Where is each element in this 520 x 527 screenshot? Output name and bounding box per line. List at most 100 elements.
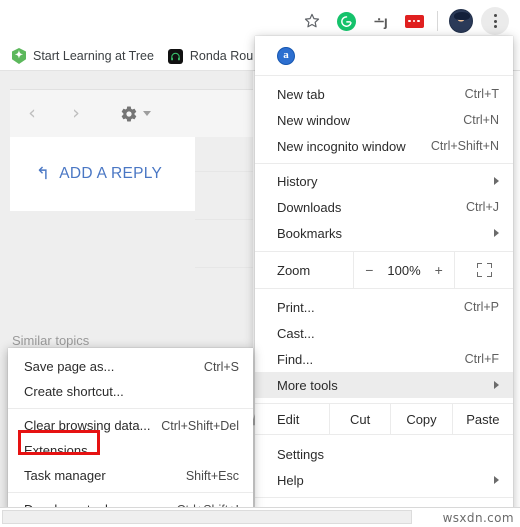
submenu-item-shortcut: Ctrl+S [203, 359, 239, 374]
three-dots-icon [481, 7, 509, 35]
chevron-right-icon [494, 229, 499, 237]
menu-group-new: New tab Ctrl+T New window Ctrl+N New inc… [255, 76, 513, 159]
page-rule [195, 219, 253, 220]
submenu-item-shortcut: Shift+Esc [185, 468, 239, 483]
toolbar-divider [437, 11, 438, 31]
more-tools-submenu: Save page as... Ctrl+S Create shortcut..… [8, 348, 253, 517]
red-extension-button[interactable] [397, 4, 431, 38]
menu-item-bookmarks[interactable]: Bookmarks [255, 220, 513, 246]
menu-item-new-window[interactable]: New window Ctrl+N [255, 107, 513, 133]
submenu-divider [8, 492, 253, 493]
edit-label: Edit [277, 411, 300, 427]
menu-item-print[interactable]: Print... Ctrl+P [255, 294, 513, 320]
menu-divider [255, 497, 513, 498]
account-avatar-icon: a [277, 46, 295, 65]
fullscreen-icon [476, 263, 492, 277]
submenu-item-create-shortcut[interactable]: Create shortcut... [8, 379, 253, 404]
menu-item-label: Help [277, 472, 304, 488]
chevron-down-icon [143, 111, 151, 116]
submenu-item-save-page-as[interactable]: Save page as... Ctrl+S [8, 354, 253, 379]
zoom-row: Zoom − 100% + [255, 251, 513, 289]
thread-pager: ‹ › [10, 89, 253, 137]
add-reply-button[interactable]: ↰ ADD A REPLY [10, 137, 195, 211]
menu-item-settings[interactable]: Settings [255, 441, 513, 467]
reply-arrow-icon: ↰ [36, 163, 51, 184]
chevron-right-icon [494, 476, 499, 484]
menu-item-history[interactable]: History [255, 168, 513, 194]
submenu-item-shortcut: Ctrl+Shift+Del [161, 418, 239, 433]
menu-group-settings: Settings Help [255, 441, 513, 493]
submenu-item-label: Create shortcut... [24, 384, 124, 399]
next-page-button[interactable]: › [54, 104, 98, 123]
chevron-right-icon [494, 381, 499, 389]
submenu-item-label: Task manager [24, 468, 106, 483]
menu-item-label: More tools [277, 377, 338, 393]
menu-item-help[interactable]: Help [255, 467, 513, 493]
prev-page-button[interactable]: ‹ [10, 104, 54, 123]
zoom-label: Zoom [277, 262, 311, 278]
screenshot-root: ∸ȷ ✦ Start Learning at Tree Ronda Rou ‹ … [0, 0, 520, 527]
menu-item-shortcut: Ctrl+F [464, 352, 499, 366]
zoom-out-button[interactable]: − [365, 262, 373, 278]
menu-item-new-tab[interactable]: New tab Ctrl+T [255, 81, 513, 107]
submenu-group-save: Save page as... Ctrl+S Create shortcut..… [8, 354, 253, 404]
bookmark-label: Ronda Rou [189, 49, 254, 63]
submenu-item-task-manager[interactable]: Task manager Shift+Esc [8, 463, 253, 488]
grammarly-button[interactable] [329, 4, 363, 38]
menu-item-shortcut: Ctrl+Shift+N [430, 139, 499, 153]
menu-item-label: Bookmarks [277, 225, 343, 241]
similar-topics-heading: Similar topics [12, 333, 90, 348]
thread-settings-button[interactable] [120, 105, 151, 123]
copy-button[interactable]: Copy [390, 404, 451, 434]
bookmark-star-button[interactable] [295, 4, 329, 38]
bookmark-item-ronda[interactable]: Ronda Rou [167, 48, 254, 64]
treehouse-icon: ✦ [12, 48, 26, 64]
submenu-item-label: Save page as... [24, 359, 115, 374]
submenu-item-label: Clear browsing data... [24, 418, 151, 433]
menu-group-tools: Print... Ctrl+P Cast... Find... Ctrl+F M… [255, 294, 513, 398]
submenu-group-tools: Clear browsing data... Ctrl+Shift+Del Ex… [8, 413, 253, 488]
bottom-strip: wsxdn.com [0, 507, 520, 527]
menu-item-shortcut: Ctrl+T [464, 87, 499, 101]
menu-item-new-incognito-window[interactable]: New incognito window Ctrl+Shift+N [255, 133, 513, 159]
account-row[interactable]: a [255, 36, 513, 76]
bookmark-label: Start Learning at Tree [33, 49, 154, 63]
menu-group-browsing: History Downloads Ctrl+J Bookmarks [255, 168, 513, 246]
fullscreen-button[interactable] [455, 252, 513, 288]
chevron-right-icon [494, 177, 499, 185]
menu-item-downloads[interactable]: Downloads Ctrl+J [255, 194, 513, 220]
toolbar-icon-group: ∸ȷ [295, 4, 512, 38]
menu-item-find[interactable]: Find... Ctrl+F [255, 346, 513, 372]
menu-item-more-tools[interactable]: More tools [255, 372, 513, 398]
gear-icon [121, 105, 137, 122]
submenu-divider [8, 408, 253, 409]
submenu-item-extensions[interactable]: Extensions [8, 438, 253, 463]
bookmark-item-treehouse[interactable]: ✦ Start Learning at Tree [12, 48, 154, 64]
submenu-item-label: Extensions [24, 443, 88, 458]
menu-divider [255, 163, 513, 164]
chrome-menu-button[interactable] [478, 4, 512, 38]
cut-button[interactable]: Cut [329, 404, 390, 434]
profile-button[interactable] [444, 4, 478, 38]
page-rule [195, 267, 253, 268]
bottom-strip-fill [2, 510, 412, 524]
submenu-item-clear-browsing-data[interactable]: Clear browsing data... Ctrl+Shift+Del [8, 413, 253, 438]
page-rule [195, 171, 253, 172]
menu-item-label: New tab [277, 86, 325, 102]
menu-item-shortcut: Ctrl+J [466, 200, 499, 214]
paste-button[interactable]: Paste [451, 404, 513, 434]
add-reply-label: ADD A REPLY [59, 165, 163, 182]
avatar [449, 9, 473, 33]
zoom-controls: − 100% + [353, 252, 455, 288]
gray-extension-button[interactable]: ∸ȷ [363, 4, 397, 38]
zoom-in-button[interactable]: + [435, 262, 443, 278]
menu-item-label: Cast... [277, 325, 315, 341]
menu-item-label: New incognito window [277, 138, 406, 154]
zoom-value: 100% [387, 262, 421, 278]
red-extension-icon [404, 14, 424, 28]
chrome-main-menu: a New tab Ctrl+T New window Ctrl+N New i… [255, 36, 513, 523]
headphones-icon [167, 48, 183, 64]
grammarly-icon [336, 11, 356, 31]
menu-item-cast[interactable]: Cast... [255, 320, 513, 346]
gray-extension-icon: ∸ȷ [373, 12, 388, 29]
